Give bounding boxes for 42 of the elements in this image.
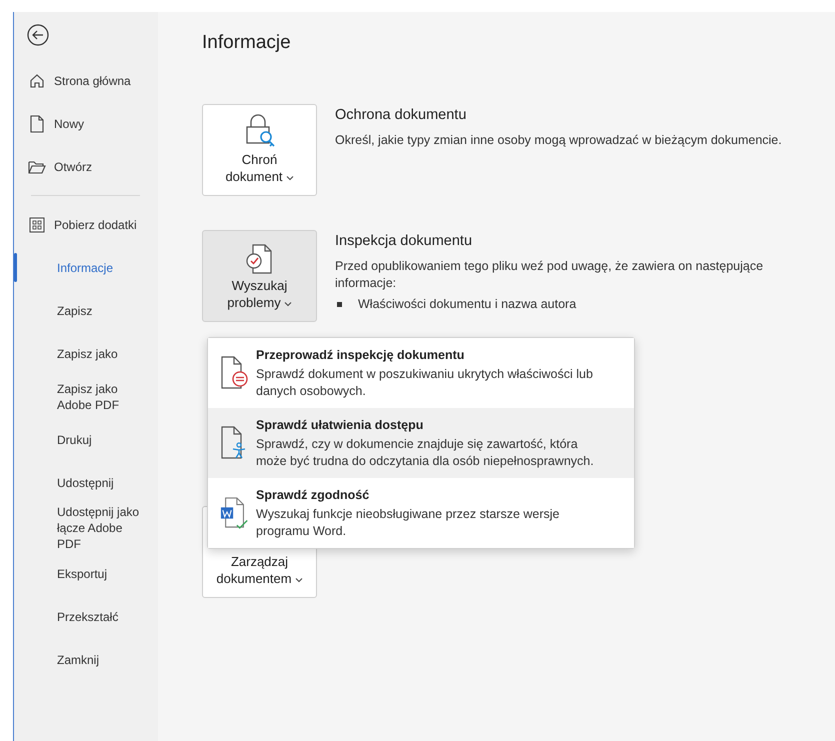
- section-description: Przed opublikowaniem tego pliku weź pod uwagę, że zawiera on następujące informacje:: [335, 258, 764, 292]
- back-button[interactable]: [27, 24, 51, 48]
- sidebar-item[interactable]: Strona główna: [14, 59, 158, 102]
- sidebar-item[interactable]: Zapisz jako Adobe PDF: [14, 375, 158, 418]
- sidebar-item[interactable]: Udostępnij jako łącze Adobe PDF: [14, 504, 158, 552]
- word-document-check-icon: [220, 495, 250, 531]
- sidebar-item[interactable]: Drukuj: [14, 418, 158, 461]
- caret-icon: [294, 576, 303, 583]
- sidebar-item[interactable]: Udostępnij: [14, 461, 158, 504]
- menu-item[interactable]: Sprawdź ułatwienia dostępu Sprawdź, czy w dokumencie znajduje się zawartość, która może być trudna do odczytania dla osób niepełnosprawnych.: [208, 408, 634, 478]
- menu-item-description: Sprawdź dokument w poszukiwaniu ukrytych właściwości lub danych osobowych.: [256, 366, 594, 400]
- document-check-icon: [244, 243, 274, 275]
- sidebar-item[interactable]: Eksportuj: [14, 552, 158, 595]
- sidebar-item[interactable]: Pobierz dodatki: [14, 203, 158, 246]
- document-icon: [28, 114, 46, 132]
- dropdown-button[interactable]: Wyszukaj problemy: [202, 230, 317, 322]
- grid-icon: [28, 216, 46, 232]
- menu-item[interactable]: Sprawdź zgodność Wyszukaj funkcje nieobsługiwane przez starsze wersje programu Word.: [208, 478, 634, 548]
- section-title: Inspekcja dokumentu: [335, 233, 474, 249]
- section-title: Ochrona dokumentu: [335, 107, 468, 123]
- page-title: Informacje: [202, 32, 292, 54]
- sidebar-item[interactable]: Zapisz: [14, 289, 158, 332]
- bullet-icon: [337, 302, 342, 306]
- section-description: Określ, jakie typy zmian inne osoby mogą wprowadzać w bieżącym dokumencie.: [335, 132, 782, 149]
- sidebar-item[interactable]: Otwórz: [14, 145, 158, 188]
- menu-item-title: Sprawdź ułatwienia dostępu: [256, 417, 424, 434]
- caret-icon: [284, 300, 292, 307]
- menu-item[interactable]: Przeprowadź inspekcję dokumentu Sprawdź dokument w poszukiwaniu ukrytych właściwości lub danych osobowych.: [208, 338, 634, 408]
- bullet-text: Właściwości dokumentu i nazwa autora: [358, 297, 576, 311]
- sidebar-item[interactable]: Zamknij: [14, 638, 158, 681]
- sidebar-item[interactable]: Informacje: [14, 246, 158, 289]
- menu-item-title: Przeprowadź inspekcję dokumentu: [256, 347, 466, 364]
- sidebar-item[interactable]: Nowy: [14, 102, 158, 145]
- sidebar-item[interactable]: Przekształć: [14, 595, 158, 638]
- home-icon: [28, 72, 46, 88]
- menu-item-description: Sprawdź, czy w dokumencie znajduje się zawartość, która może być trudna do odczytania dla osób niepełnosprawnych.: [256, 436, 595, 470]
- folder-icon: [28, 160, 46, 174]
- caret-icon: [286, 174, 294, 181]
- document-minus-icon: [220, 355, 250, 391]
- sidebar-item[interactable]: Zapisz jako: [14, 332, 158, 375]
- dropdown-button[interactable]: Chroń dokument: [202, 104, 317, 196]
- menu-item-title: Sprawdź zgodność: [256, 487, 370, 504]
